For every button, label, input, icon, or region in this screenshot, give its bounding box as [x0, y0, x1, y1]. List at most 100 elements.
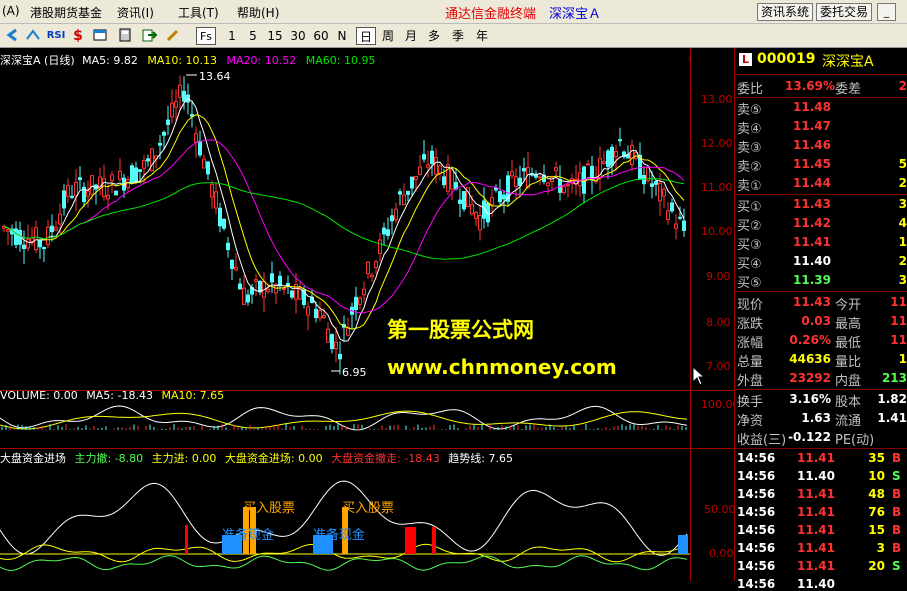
window-icon[interactable]: [92, 27, 108, 45]
menu-item-info[interactable]: 资讯(I): [117, 4, 154, 21]
export-icon[interactable]: [140, 27, 158, 45]
candle-body: [658, 182, 662, 202]
candle-body: [370, 274, 374, 278]
candle-body: [390, 215, 394, 222]
period-1min[interactable]: 1: [225, 27, 239, 45]
money-icon[interactable]: $: [70, 27, 86, 45]
period-60min[interactable]: 60: [311, 27, 331, 45]
candle-body: [326, 328, 330, 343]
trade-side: B: [892, 523, 902, 537]
stat-value: 11: [890, 295, 907, 309]
candle-body: [210, 183, 214, 198]
candle-body: [266, 288, 270, 292]
sell-level-label: 卖⑤: [737, 103, 762, 118]
candlestick-series: [2, 75, 686, 375]
sell-level-price[interactable]: 11.47: [785, 119, 831, 133]
stat-label: 流通: [835, 414, 862, 429]
period-n[interactable]: N: [334, 27, 350, 45]
candle-body: [678, 216, 682, 219]
candle-body: [654, 181, 658, 185]
buy-level-price[interactable]: 11.39: [785, 273, 831, 287]
period-month[interactable]: 月: [402, 27, 420, 45]
main-in-label: 主力进: 0.00: [151, 452, 217, 465]
buy-signal-label: 买入股票: [243, 501, 296, 516]
candle-body: [118, 170, 122, 180]
candle-body: [450, 169, 454, 190]
buy-level-price[interactable]: 11.42: [785, 216, 831, 230]
period-multi[interactable]: 多: [425, 27, 443, 45]
trade-price: 11.41: [797, 505, 835, 519]
menu-item-hk-futures[interactable]: 港股期货基金: [30, 4, 102, 21]
buy-level-price[interactable]: 11.43: [785, 197, 831, 211]
stat-value: 0.26%: [789, 333, 831, 347]
candle-body: [242, 287, 246, 305]
trade-price: 11.41: [797, 541, 835, 555]
back-icon[interactable]: [4, 27, 20, 45]
buy-level-label: 买⑤: [737, 276, 762, 291]
candle-body: [554, 167, 558, 172]
period-5min[interactable]: 5: [246, 27, 260, 45]
candle-body: [674, 223, 678, 229]
stat-label: 内盘: [835, 374, 862, 389]
candle-body: [230, 259, 234, 269]
menu-item-a[interactable]: (A): [2, 4, 20, 18]
axis-label: 13.00: [701, 93, 733, 106]
pencil-icon[interactable]: [164, 27, 182, 45]
wc-label: 委差: [835, 82, 862, 97]
candle-body: [66, 185, 70, 197]
candle-body: [322, 315, 326, 319]
candle-body: [110, 174, 114, 181]
period-30min[interactable]: 30: [288, 27, 308, 45]
draw-line-icon[interactable]: [24, 27, 42, 45]
candle-body: [22, 244, 26, 250]
sell-level-price[interactable]: 11.46: [785, 138, 831, 152]
period-week[interactable]: 周: [379, 27, 397, 45]
info-system-button[interactable]: 资讯系统: [757, 3, 814, 21]
candle-body: [606, 150, 610, 167]
menu-item-help[interactable]: 帮助(H): [237, 4, 279, 21]
ma5-line: [3, 98, 685, 342]
chart-title: 深深宝A (日线): [0, 54, 75, 67]
buy-level-volume: 4: [898, 216, 907, 230]
trade-side: S: [892, 559, 901, 573]
period-15min[interactable]: 15: [265, 27, 285, 45]
signal-bar: [405, 527, 416, 554]
candle-body: [670, 202, 674, 212]
candle-body: [334, 341, 338, 350]
period-year[interactable]: 年: [473, 27, 491, 45]
candle-body: [86, 190, 90, 197]
period-day[interactable]: 日: [356, 27, 376, 45]
candle-body: [270, 273, 274, 283]
sell-level-price[interactable]: 11.44: [785, 176, 831, 190]
fs-button[interactable]: Fs: [196, 27, 216, 45]
sell-level-price[interactable]: 11.48: [785, 100, 831, 114]
candle-body: [682, 220, 686, 231]
menu-item-tools[interactable]: 工具(T): [178, 4, 219, 21]
stat-value: -0.122: [788, 430, 831, 444]
candle-body: [142, 159, 146, 169]
candle-body: [666, 210, 670, 220]
candle-body: [410, 176, 414, 189]
candle-body: [374, 261, 378, 268]
ma5-label: MA5: 9.82: [82, 54, 138, 67]
chart-area[interactable]: 深深宝A (日线) MA5: 9.82 MA10: 10.13 MA20: 10…: [0, 48, 740, 581]
candle-body: [162, 131, 166, 136]
sell-level-label: 卖③: [737, 141, 762, 156]
candle-body: [562, 185, 566, 194]
period-quarter[interactable]: 季: [449, 27, 467, 45]
calculator-icon[interactable]: [117, 27, 133, 45]
sell-level-price[interactable]: 11.45: [785, 157, 831, 171]
buy-level-price[interactable]: 11.40: [785, 254, 831, 268]
buy-level-price[interactable]: 11.41: [785, 235, 831, 249]
rsi-indicator-button[interactable]: RSI: [45, 27, 67, 45]
axis-label: 11.00: [701, 181, 733, 194]
indicator-axis-label: 50.00: [704, 503, 736, 516]
trade-order-button[interactable]: 委托交易: [816, 3, 873, 21]
signal-bar: [432, 527, 436, 554]
candle-body: [426, 164, 430, 168]
buy-level-label: 买③: [737, 238, 762, 253]
toolbar: RSI $ Fs 1 5 15 30 60 N 日 周 月 多 季 年: [0, 24, 907, 48]
stat-label: 股本: [835, 395, 862, 410]
ma60-label: MA60: 10.95: [305, 54, 376, 67]
minimize-button[interactable]: _: [877, 3, 896, 21]
